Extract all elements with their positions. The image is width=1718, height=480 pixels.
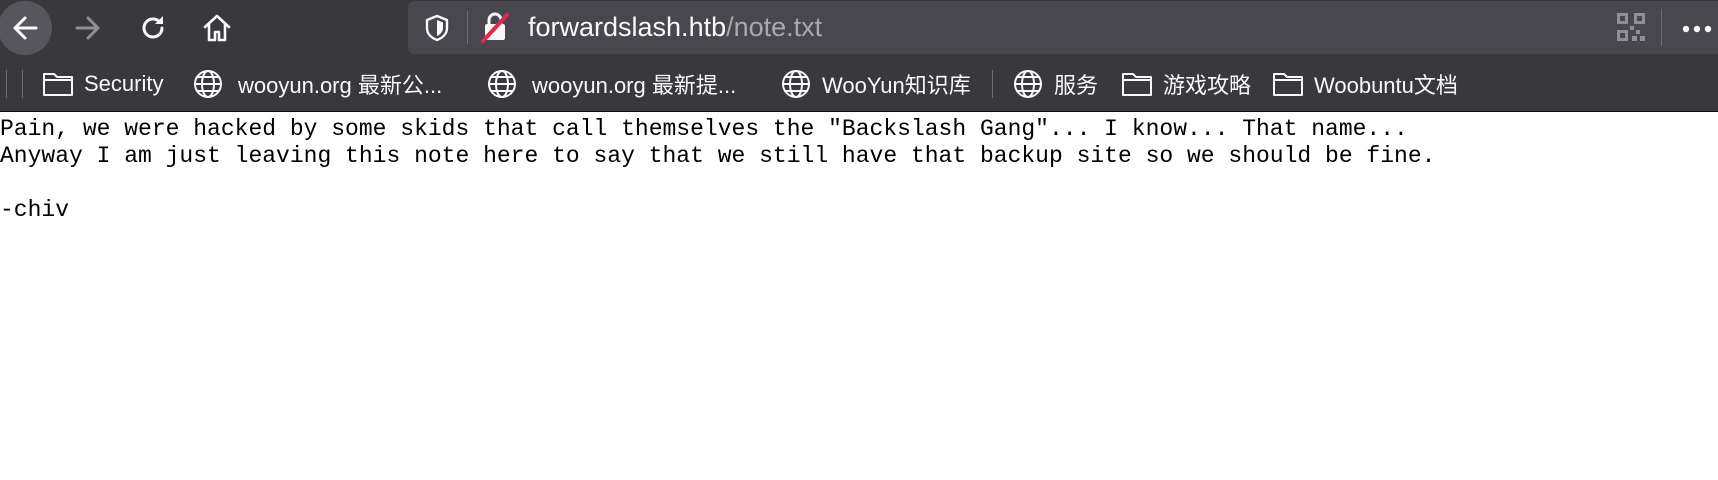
bookmark-services[interactable]: 服务 [1012, 56, 1098, 111]
bookmark-label: WooYun知识库 [822, 72, 971, 98]
bookmark-label: Woobuntu文档 [1314, 72, 1458, 98]
bookmark-game-guides[interactable]: 游戏攻略 [1121, 56, 1251, 111]
page-actions-menu-icon[interactable] [1682, 25, 1716, 33]
bookmark-label: wooyun.org 最新提... [532, 72, 737, 98]
forward-button[interactable] [64, 4, 112, 52]
url-path: /note.txt [726, 12, 823, 42]
folder-icon [1273, 72, 1303, 96]
note-line-2: Anyway I am just leaving this note here … [0, 143, 1436, 169]
bookmarks-separator [22, 70, 23, 98]
bookmark-label: 服务 [1054, 72, 1099, 98]
url-bar[interactable]: forwardslash.htb/note.txt [408, 1, 1718, 54]
qr-code-icon[interactable] [1616, 12, 1646, 42]
globe-icon [1014, 69, 1042, 98]
bookmark-wooyun-knowledge[interactable]: WooYun知识库 [780, 56, 971, 111]
home-icon [203, 14, 231, 42]
url-bar-separator [467, 11, 468, 44]
folder-icon [1122, 72, 1152, 96]
bookmark-wooyun-latest-submit[interactable]: wooyun.org 最新提... [486, 56, 736, 111]
note-line-blank [0, 170, 1718, 197]
note-line-1: Pain, we were hacked by some skids that … [0, 116, 1408, 142]
page-content: Pain, we were hacked by some skids that … [0, 116, 1718, 224]
globe-icon [782, 69, 810, 98]
reload-icon [142, 16, 164, 39]
globe-icon [194, 69, 222, 98]
back-arrow-icon [13, 16, 38, 40]
home-button[interactable] [193, 4, 241, 52]
forward-arrow-icon [75, 16, 100, 40]
bookmark-woobuntu-docs[interactable]: Woobuntu文档 [1272, 56, 1458, 111]
tracking-protection-shield-icon[interactable] [424, 14, 450, 42]
note-signature: -chiv [0, 197, 70, 223]
insecure-lock-icon[interactable] [480, 11, 510, 43]
bookmarks-toolbar: Security wooyun.org 最新公... wooyun.org 最新… [0, 56, 1718, 112]
bookmark-wooyun-latest-public[interactable]: wooyun.org 最新公... [192, 56, 442, 111]
folder-icon [43, 72, 73, 96]
browser-toolbar: forwardslash.htb/note.txt [0, 0, 1718, 56]
url-text[interactable]: forwardslash.htb/note.txt [528, 1, 822, 54]
bookmarks-separator [992, 70, 993, 98]
bookmarks-separator [6, 70, 7, 98]
url-domain: forwardslash.htb [528, 12, 727, 42]
bookmark-label: wooyun.org 最新公... [238, 72, 443, 98]
bookmark-label: 游戏攻略 [1163, 72, 1252, 98]
url-bar-right-separator [1661, 9, 1662, 46]
globe-icon [488, 69, 516, 98]
back-button[interactable] [0, 1, 52, 55]
bookmark-label: Security [84, 70, 164, 96]
reload-button[interactable] [129, 4, 177, 52]
bookmark-security[interactable]: Security [42, 56, 163, 111]
